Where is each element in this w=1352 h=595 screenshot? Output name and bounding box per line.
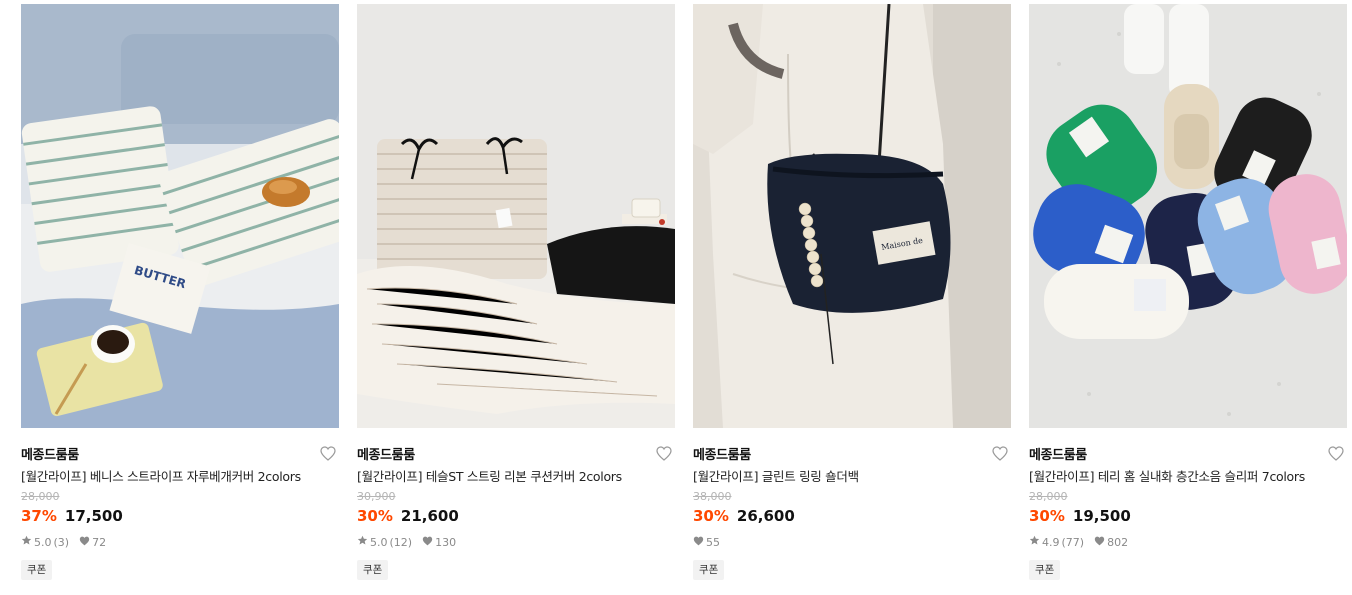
coupon-badge: 쿠폰	[357, 560, 389, 580]
discount-rate: 30%	[1029, 507, 1065, 525]
product-title[interactable]: [월간라이프] 글린트 링링 숄더백	[693, 467, 1011, 486]
product-title[interactable]: [월간라이프] 테리 홈 실내화 층간소음 슬리퍼 7colors	[1029, 467, 1347, 486]
cushion-photo	[357, 4, 675, 428]
heart-icon	[79, 536, 90, 549]
like-count: 72	[92, 535, 107, 549]
wishlist-heart-icon[interactable]	[319, 444, 337, 462]
star-icon	[1029, 535, 1040, 549]
price-row: 30% 26,600	[693, 507, 1011, 525]
price-row: 37% 17,500	[21, 507, 339, 525]
rating-group: 4.9 (77)	[1029, 535, 1084, 549]
price-row: 30% 19,500	[1029, 507, 1347, 525]
brand-name[interactable]: 메종드룸룸	[693, 444, 751, 463]
like-count: 55	[706, 535, 720, 549]
price-row: 30% 21,600	[357, 507, 675, 525]
review-count: (12)	[389, 535, 413, 549]
wishlist-heart-icon[interactable]	[991, 444, 1009, 462]
product-image[interactable]: Maison de	[693, 4, 1011, 428]
rating-value: 5.0	[370, 535, 388, 549]
product-meta: 5.0 (3) 72	[21, 534, 339, 550]
like-count: 130	[435, 535, 457, 549]
rating-value: 4.9	[1042, 535, 1060, 549]
original-price: 28,000	[21, 490, 60, 503]
product-card[interactable]: 메종드룸룸 [월간라이프] 테슬ST 스트링 리본 쿠션커버 2colors 3…	[357, 4, 675, 580]
sale-price: 26,600	[736, 507, 795, 525]
like-count: 802	[1107, 535, 1129, 549]
heart-icon	[422, 536, 433, 549]
rating-value: 5.0	[34, 535, 52, 549]
bedding-photo: BUTTER	[21, 4, 339, 428]
product-card[interactable]: BUTTER 메종드룸룸 [월간라이프] 베니스 스트라이프 자루베개커버 2c…	[21, 4, 339, 580]
coupon-badge: 쿠폰	[21, 560, 53, 580]
product-title[interactable]: [월간라이프] 베니스 스트라이프 자루베개커버 2colors	[21, 467, 339, 486]
likes-group: 130	[422, 536, 456, 549]
review-count: (77)	[1061, 535, 1085, 549]
product-image[interactable]	[357, 4, 675, 428]
rating-group: 5.0 (3)	[21, 535, 69, 549]
likes-group: 72	[79, 536, 106, 549]
sale-price: 21,600	[400, 507, 459, 525]
sale-price: 19,500	[1072, 507, 1131, 525]
rating-group: 5.0 (12)	[357, 535, 412, 549]
discount-rate: 37%	[21, 507, 57, 525]
coupon-badge: 쿠폰	[1029, 560, 1061, 580]
product-meta: 5.0 (12) 130	[357, 534, 675, 550]
product-meta: 55	[693, 534, 1011, 550]
original-price: 38,000	[693, 490, 732, 503]
product-card[interactable]: 메종드룸룸 [월간라이프] 테리 홈 실내화 층간소음 슬리퍼 7colors …	[1029, 4, 1347, 580]
heart-icon	[1094, 536, 1105, 549]
likes-group: 802	[1094, 536, 1128, 549]
discount-rate: 30%	[357, 507, 393, 525]
shoulder-bag-photo: Maison de	[693, 4, 1011, 428]
slippers-photo	[1029, 4, 1347, 428]
original-price: 30,900	[357, 490, 396, 503]
coupon-badge: 쿠폰	[693, 560, 725, 580]
product-image[interactable]: BUTTER	[21, 4, 339, 428]
brand-name[interactable]: 메종드룸룸	[1029, 444, 1087, 463]
product-card[interactable]: Maison de 메종드룸룸 [월간라이프] 글린트 링링 숄더백 38,00…	[693, 4, 1011, 580]
product-image[interactable]	[1029, 4, 1347, 428]
brand-name[interactable]: 메종드룸룸	[21, 444, 79, 463]
star-icon	[357, 535, 368, 549]
star-icon	[21, 535, 32, 549]
discount-rate: 30%	[693, 507, 729, 525]
wishlist-heart-icon[interactable]	[655, 444, 673, 462]
wishlist-heart-icon[interactable]	[1327, 444, 1345, 462]
product-meta: 4.9 (77) 802	[1029, 534, 1347, 550]
product-title[interactable]: [월간라이프] 테슬ST 스트링 리본 쿠션커버 2colors	[357, 467, 675, 486]
original-price: 28,000	[1029, 490, 1068, 503]
review-count: (3)	[53, 535, 70, 549]
likes-group: 55	[693, 536, 720, 549]
product-grid: BUTTER 메종드룸룸 [월간라이프] 베니스 스트라이프 자루베개커버 2c…	[21, 4, 1347, 580]
heart-icon	[693, 536, 704, 549]
sale-price: 17,500	[64, 507, 123, 525]
brand-name[interactable]: 메종드룸룸	[357, 444, 415, 463]
